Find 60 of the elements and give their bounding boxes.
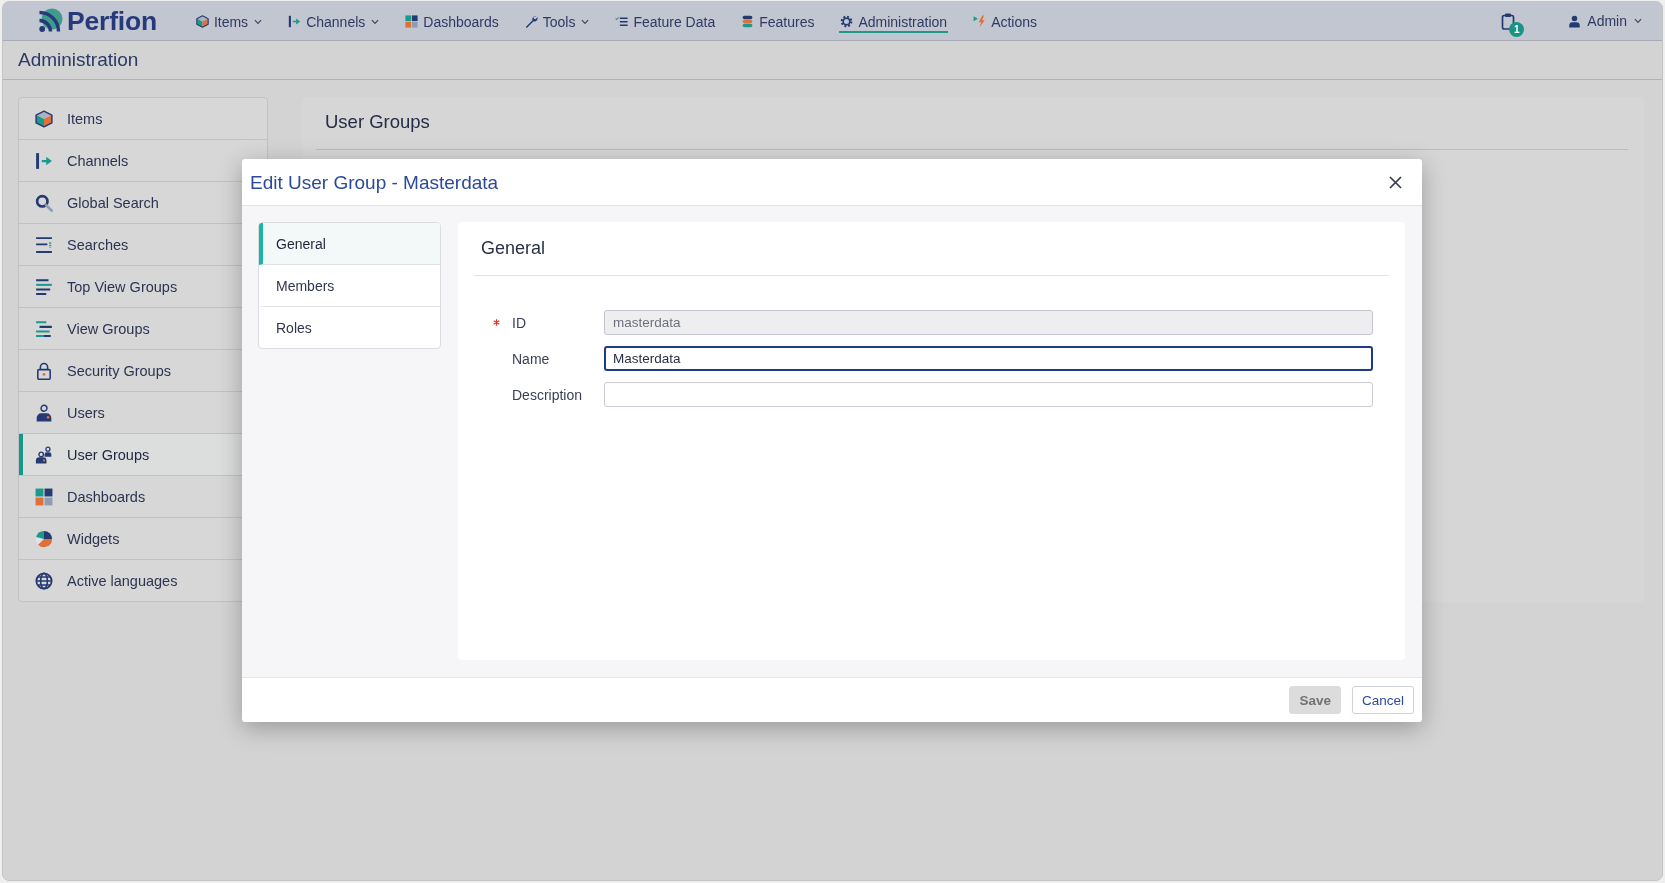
bars-icon [35,319,53,338]
cube-icon [195,15,209,28]
sidebar-link[interactable]: Security Groups [19,350,183,391]
user-icon [1568,14,1582,28]
user-icon [35,403,53,422]
sidebar-link[interactable]: Global Search [19,182,171,223]
side-tab[interactable]: Members [259,265,440,307]
grid-icon [35,487,53,506]
logo-text: Perfion [67,5,157,37]
cube-icon [35,109,53,128]
side-tab[interactable]: General [259,223,440,265]
pie-chart-icon [35,529,53,548]
bar-arrow-icon [35,151,53,170]
sidebar-link[interactable]: Top View Groups [19,266,190,307]
clipboard-icon[interactable] [1501,12,1516,30]
sidebar-link[interactable]: Dashboards [19,476,158,517]
logo-icon [37,8,63,34]
field-label: ID [512,314,527,331]
nav-link[interactable]: Dashboards [404,9,500,33]
close-icon [1389,176,1402,189]
sidebar-link[interactable]: View Groups [19,308,162,349]
globe-icon [35,571,53,590]
dialog-title: Edit User Group - Masterdata [250,171,499,194]
notification-badge: 1 [1509,21,1525,37]
list-icon [35,235,53,254]
input-field[interactable]: Masterdata [604,346,1373,371]
cancel-button[interactable]: Cancel [1351,686,1414,714]
bars-icon [35,277,53,296]
input-field[interactable] [604,382,1373,407]
page-title: Administration [18,49,139,71]
sidebar-link[interactable]: Active languages [19,560,190,601]
sidebar-link[interactable]: Users [19,392,117,433]
nav-link[interactable]: Tools [523,9,591,33]
gear-icon [840,15,854,28]
panel-title: User Groups [325,111,430,132]
user-menu[interactable]: Admin [1568,13,1642,29]
nav-link[interactable]: Feature Data [614,9,717,33]
field-label: Name [512,350,551,367]
grid-icon [405,15,419,28]
sidebar-link[interactable]: Searches [19,224,141,265]
side-tab[interactable]: Roles [259,307,440,348]
users-icon [35,445,53,464]
field-label: Description [512,386,584,403]
lightning-icon [973,15,987,28]
checklist-icon [615,15,629,28]
wrench-icon [524,15,538,28]
nav-link[interactable]: Features [740,9,816,33]
nav-link[interactable]: Actions [972,9,1039,33]
database-icon [741,15,755,28]
section-title: General [481,238,546,259]
lock-icon [35,361,53,380]
sidebar-link[interactable]: Items [19,98,115,139]
nav-link[interactable]: Items [194,9,264,33]
bar-arrow-icon [288,15,302,28]
nav-link[interactable]: Channels [287,9,381,33]
sidebar-link[interactable]: Widgets [19,518,132,559]
close-button[interactable] [1387,174,1404,191]
search-icon [35,193,53,212]
nav-link[interactable]: Administration [839,9,949,33]
sidebar-link[interactable]: Channels [19,140,141,181]
